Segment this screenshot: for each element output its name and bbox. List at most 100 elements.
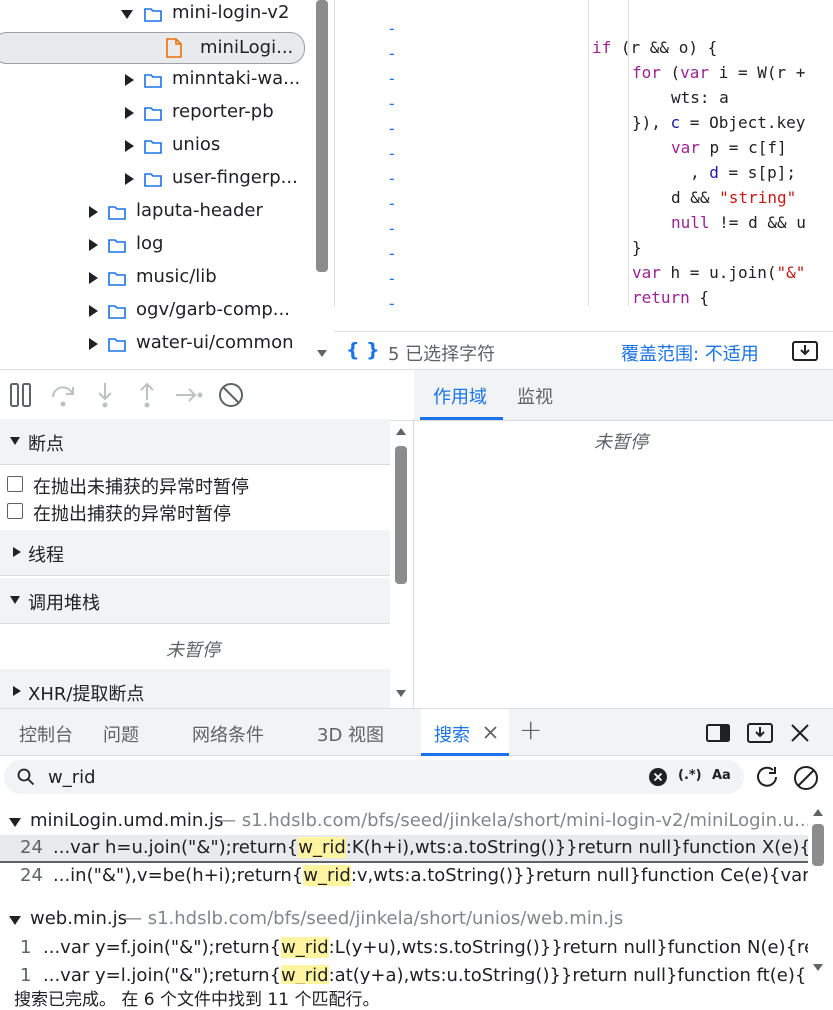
pause-icon[interactable] [6,380,36,410]
result-file-name: web.min.js [30,908,127,929]
result-file-path: — s1.hdslb.com/bfs/seed/jinkela/short/mi… [218,810,808,831]
pause-uncaught-checkbox[interactable] [7,476,23,492]
tree-folder-user-fingerprint[interactable]: user-fingerp... [0,163,312,196]
chevron-right-icon [89,305,98,317]
step-out-icon[interactable] [132,380,162,410]
tab-search[interactable]: 搜索 [421,709,509,756]
step-over-icon[interactable] [48,380,78,410]
tree-folder-mini-login-v2[interactable]: mini-login-v2 [0,0,312,31]
tab-scope[interactable]: 作用域 [433,383,487,409]
tree-folder-ogv-garb[interactable]: ogv/garb-comp... [0,295,312,328]
result-file-name: miniLogin.umd.min.js [30,810,224,831]
folder-icon [108,237,126,253]
code-line: - w_rid: K(h + i [335,275,833,306]
chevron-right-icon [89,338,98,350]
scope-watch-panel: 作用域 监视 未暂停 [414,369,833,708]
tree-folder-unios[interactable]: unios [0,130,312,163]
search-results: miniLogin.umd.min.js — s1.hdslb.com/bfs/… [0,800,833,984]
code-line: - for (var i = W(r + [387,44,806,82]
debug-left-scroll-thumb[interactable] [395,446,407,584]
scope-not-paused: 未暂停 [594,432,648,453]
match-highlight: w_rid [281,965,329,984]
tab-issues[interactable]: 问题 [103,721,139,747]
result-line-number: 24 [20,865,43,886]
code-line: - wts: a [387,69,729,107]
file-tree-scrollbar-thumb[interactable] [316,0,328,272]
dock-side-icon[interactable] [706,724,730,742]
search-input[interactable] [48,764,628,790]
tab-watch[interactable]: 监视 [517,383,553,409]
file-tree: mini-login-v2 miniLogi... minntaki-wa...… [0,0,333,369]
result-line-number: 24 [20,837,43,858]
folder-icon [144,105,162,121]
tree-folder-log[interactable]: log [0,229,312,262]
chevron-right-icon [125,74,134,86]
tree-folder-laputa-header[interactable]: laputa-header [0,196,312,229]
step-into-icon[interactable] [90,380,120,410]
scroll-down-arrow-icon[interactable] [396,690,406,697]
scroll-down-arrow-icon[interactable] [813,964,823,971]
tab-network-conditions[interactable]: 网络条件 [192,721,264,747]
clear-search-icon[interactable] [649,768,667,786]
code-line: - d && "string" [387,169,797,207]
result-file-header[interactable]: web.min.js — s1.hdslb.com/bfs/seed/jinke… [0,905,808,935]
result-match-row[interactable]: 1 ...var y=f.join("&");return{w_rid:L(y+… [0,935,808,963]
xhr-breakpoints-section-header[interactable]: XHR/提取断点 [0,669,390,708]
chevron-right-icon [89,239,98,251]
pretty-print-button[interactable]: { } [346,339,380,361]
close-drawer-icon[interactable] [790,723,810,743]
tree-folder-music-lib[interactable]: music/lib [0,262,312,295]
coverage-link[interactable]: 覆盖范围: 不适用 [621,340,759,366]
debugger-sidebar: 断点 在抛出未捕获的异常时暂停 在抛出捕获的异常时暂停 线程 调用堆栈 未暂停 … [0,419,414,708]
match-before: ...var y=f.join("&");return{ [43,937,282,958]
result-match-row[interactable]: 1 ...var y=l.join("&");return{w_rid:at(y… [0,963,808,984]
code-line: - var p = c[f] [387,119,787,157]
match-before: ...var y=l.join("&");return{ [43,965,282,984]
results-scroll-thumb[interactable] [812,824,824,866]
drawer-tabbar: 控制台 问题 网络条件 3D 视图 搜索 + [0,708,833,756]
breakpoints-section-header[interactable]: 断点 [0,419,390,465]
tree-item-label: ogv/garb-comp... [136,299,290,320]
threads-section-header[interactable]: 线程 [0,530,390,576]
scroll-up-arrow-icon[interactable] [813,809,823,816]
chevron-down-icon [9,916,21,925]
pause-caught-checkbox[interactable] [7,503,23,519]
match-before: ...in("&"),v=be(h+i);return{ [53,865,304,886]
code-line: - var h = u.join("&" [387,244,806,282]
regex-toggle[interactable]: (.*) [678,768,702,783]
download-icon[interactable] [792,341,818,361]
tree-folder-minntaki[interactable]: minntaki-wa... [0,64,312,97]
match-after: :at(y+a),wts:u.toString()}}return null}f… [328,965,808,984]
tree-folder-reporter-pb[interactable]: reporter-pb [0,97,312,130]
scroll-down-arrow-icon[interactable] [317,350,327,357]
code-editor[interactable]: - if (r && o) { - for (var i = W(r + - w… [334,0,833,306]
code-line: - , d = s[p]; [387,144,796,182]
tree-file-minilogin[interactable]: miniLogi... [0,32,305,64]
step-icon[interactable] [174,380,204,410]
tab-console[interactable]: 控制台 [19,721,73,747]
undock-drawer-icon[interactable] [747,723,773,743]
tree-item-label: log [136,233,164,254]
deactivate-breakpoints-icon[interactable] [216,380,246,410]
close-tab-icon[interactable] [483,725,498,740]
chevron-right-icon [125,173,134,185]
file-icon [166,38,182,58]
refresh-icon[interactable] [754,765,780,791]
callstack-section-header[interactable]: 调用堆栈 [0,578,390,624]
match-case-toggle[interactable]: Aa [712,768,731,783]
result-match-row[interactable]: 24 ...var h=u.join("&");return{w_rid:K(h… [0,835,808,863]
tree-item-label: reporter-pb [172,101,274,122]
result-file-header[interactable]: miniLogin.umd.min.js — s1.hdslb.com/bfs/… [0,807,808,837]
search-status-bar: 搜索已完成。 在 6 个文件中找到 11 个匹配行。 [0,984,833,1010]
result-match-row[interactable]: 24 ...in("&"),v=be(h+i);return{w_rid:v,w… [0,863,808,891]
chevron-right-icon [13,547,21,557]
chevron-down-icon [121,10,133,19]
clear-results-icon[interactable] [793,765,819,791]
scroll-up-arrow-icon[interactable] [396,428,406,435]
search-box: (.*) Aa [4,760,744,794]
tree-folder-water-ui[interactable]: water-ui/common [0,328,312,361]
match-after: :v,wts:a.toString()}}return null}functio… [350,865,808,886]
add-tab-button[interactable]: + [519,713,542,746]
debugger-toolbar [0,369,413,421]
tab-3d-view[interactable]: 3D 视图 [317,721,384,747]
